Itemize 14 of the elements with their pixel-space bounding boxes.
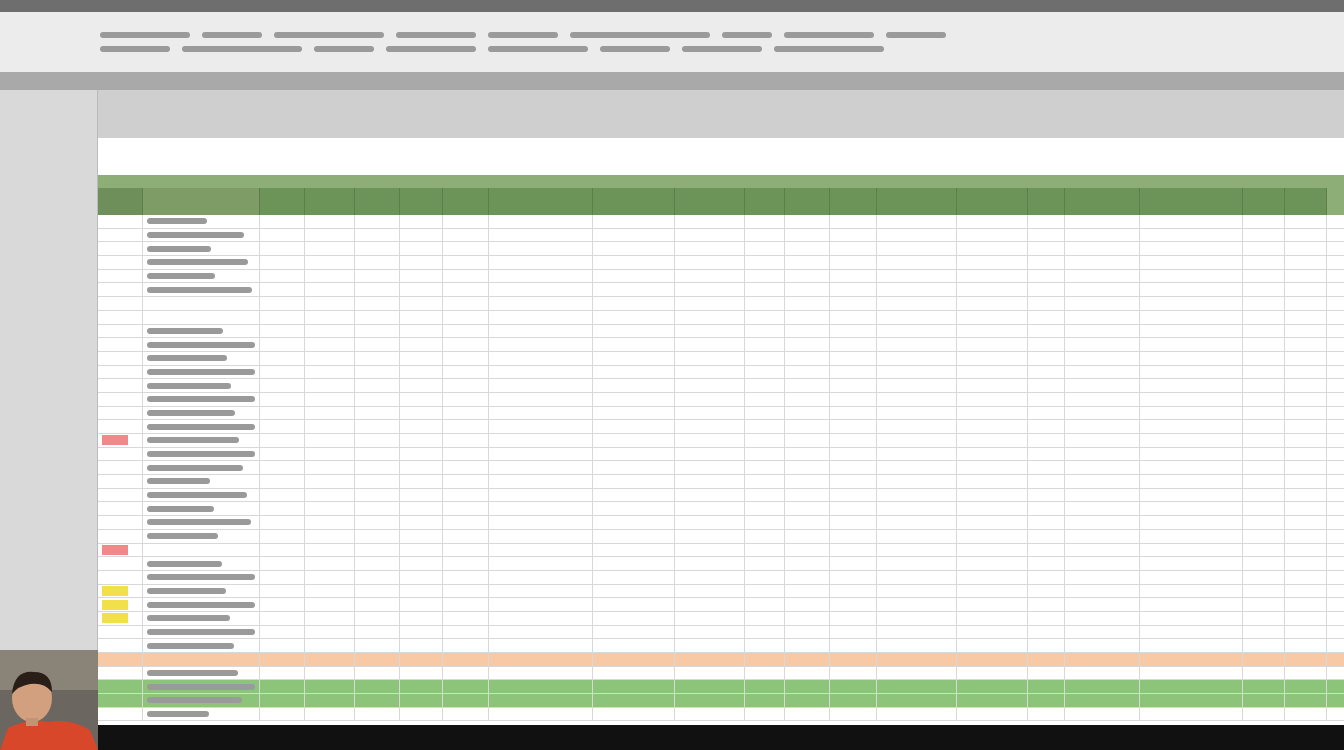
- blurred-text-drawing: [147, 505, 214, 512]
- blurred-text-drawing: [147, 478, 210, 485]
- blurred-text-drawing: [202, 32, 262, 38]
- blurred-text-drawing: [147, 273, 215, 280]
- blurred-text-drawing: [147, 218, 207, 225]
- blurred-text-drawing: [147, 245, 211, 252]
- blurred-text-drawing: [314, 46, 374, 52]
- blurred-text-drawing: [886, 32, 946, 38]
- blurred-text-drawing: [600, 46, 670, 52]
- blurred-text-drawing: [147, 711, 209, 718]
- blurred-text-drawing: [147, 533, 218, 540]
- blurred-text-drawing: [722, 32, 772, 38]
- blurred-text-drawing: [488, 32, 558, 38]
- blurred-text-drawing: [100, 46, 170, 52]
